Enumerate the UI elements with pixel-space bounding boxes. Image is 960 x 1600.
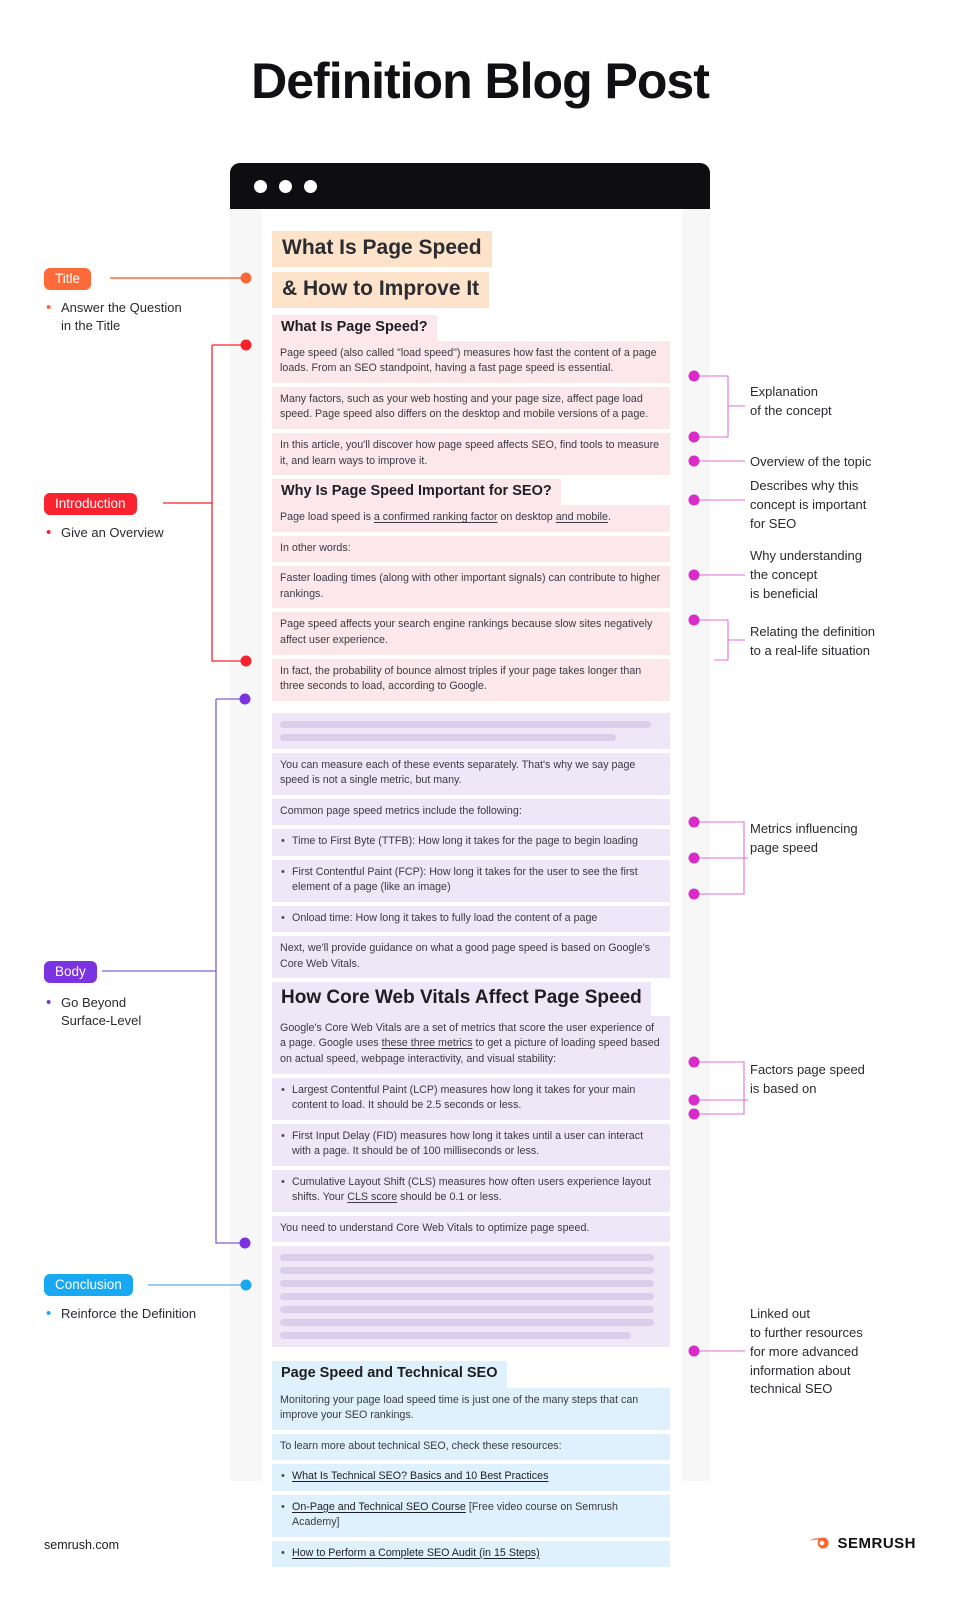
intro-paragraph-7: Page speed affects your search engine ra… xyxy=(272,612,670,655)
window-dot-maximize-icon[interactable] xyxy=(304,179,317,193)
body-list-item-ttfb: Time to First Byte (TTFB): How long it t… xyxy=(272,829,670,856)
heading-why-important-seo: Why Is Page Speed Important for SEO? xyxy=(272,479,561,506)
conclusion-link-item-2[interactable]: On-Page and Technical SEO Course [Free v… xyxy=(272,1494,670,1537)
note-metrics-influencing: Metrics influencing page speed xyxy=(750,821,858,855)
body-paragraph-2: Common page speed metrics include the fo… xyxy=(272,798,670,826)
body-list-item-cls: Cumulative Layout Shift (CLS) measures h… xyxy=(272,1169,670,1212)
semrush-logo-icon xyxy=(810,1536,830,1549)
note-linked-out-resources: Linked out to further resources for more… xyxy=(750,1306,863,1397)
intro-paragraph-2: Many factors, such as your web hosting a… xyxy=(272,386,670,429)
link-ranking-factor[interactable]: a confirmed ranking factor xyxy=(374,511,498,523)
body-paragraph-4: Google's Core Web Vitals are a set of me… xyxy=(272,1015,670,1074)
body-list-item-onload: Onload time: How long it takes to fully … xyxy=(272,905,670,933)
body-paragraph-1: You can measure each of these events sep… xyxy=(272,752,670,795)
body-list-item-lcp: Largest Contentful Paint (LCP) measures … xyxy=(272,1077,670,1120)
note-explanation-of-concept: Explanation of the concept xyxy=(750,384,832,418)
infographic-root: Definition Blog Post What Is Page Speed … xyxy=(0,0,960,1600)
intro-paragraph-4: Page load speed is a confirmed ranking f… xyxy=(272,505,670,532)
window-dot-minimize-icon[interactable] xyxy=(279,179,292,193)
article-canvas: What Is Page Speed & How to Improve It W… xyxy=(262,209,682,1568)
section-body: You can measure each of these events sep… xyxy=(272,712,670,1348)
article-title-line1: What Is Page Speed xyxy=(272,231,492,267)
intro-paragraph-8: In fact, the probability of bounce almos… xyxy=(272,658,670,701)
link-technical-seo-basics[interactable]: What Is Technical SEO? Basics and 10 Bes… xyxy=(292,1470,548,1482)
conclusion-link-item-1[interactable]: What Is Technical SEO? Basics and 10 Bes… xyxy=(272,1464,670,1491)
heading-page-speed-technical-seo: Page Speed and Technical SEO xyxy=(272,1361,507,1388)
note-real-life-situation: Relating the definition to a real-life s… xyxy=(750,624,876,658)
label-sub-conclusion: Reinforce the Definition xyxy=(46,1303,196,1325)
browser-mockup: What Is Page Speed & How to Improve It W… xyxy=(230,163,710,1568)
label-chip-body: Body xyxy=(44,961,97,983)
body-paragraph-5: You need to understand Core Web Vitals t… xyxy=(272,1215,670,1243)
link-and-mobile[interactable]: and mobile xyxy=(556,511,608,523)
intro-paragraph-5: In other words: xyxy=(272,535,670,563)
label-sub-body: Go BeyondSurface-Level xyxy=(46,992,141,1031)
section-introduction: What Is Page Speed? Page speed (also cal… xyxy=(272,314,670,701)
link-cls-score[interactable]: CLS score xyxy=(347,1191,397,1203)
footer-url[interactable]: semrush.com xyxy=(44,1538,119,1552)
body-paragraph-3: Next, we'll provide guidance on what a g… xyxy=(272,936,670,979)
label-sub-title: Answer the Questionin the Title xyxy=(46,297,182,336)
link-seo-audit[interactable]: How to Perform a Complete SEO Audit (in … xyxy=(292,1547,540,1559)
conclusion-link-item-3[interactable]: How to Perform a Complete SEO Audit (in … xyxy=(272,1540,670,1568)
note-why-beneficial: Why understanding the concept is benefic… xyxy=(750,548,863,601)
intro-paragraph-1: Page speed (also called "load speed") me… xyxy=(272,340,670,383)
intro-paragraph-3: In this article, you'll discover how pag… xyxy=(272,432,670,476)
label-chip-title: Title xyxy=(44,268,92,290)
label-chip-introduction: Introduction xyxy=(44,493,137,515)
article-title: What Is Page Speed & How to Improve It xyxy=(272,231,670,313)
note-factors-page-speed: Factors page speed is based on xyxy=(750,1062,865,1096)
page-title: Definition Blog Post xyxy=(251,53,710,109)
body-list-item-fcp: First Contentful Paint (FCP): How long i… xyxy=(272,859,670,902)
window-dot-close-icon[interactable] xyxy=(254,179,267,193)
label-chip-conclusion: Conclusion xyxy=(44,1274,133,1296)
link-onpage-seo-course[interactable]: On-Page and Technical SEO Course xyxy=(292,1501,466,1513)
section-conclusion: Page Speed and Technical SEO Monitoring … xyxy=(272,1361,670,1568)
footer-brand-name: SEMRUSH xyxy=(837,1534,916,1552)
heading-what-is-page-speed: What Is Page Speed? xyxy=(272,314,437,341)
article-title-line2: & How to Improve It xyxy=(272,271,490,308)
intro-paragraph-6: Faster loading times (along with other i… xyxy=(272,566,670,609)
heading-core-web-vitals: How Core Web Vitals Affect Page Speed xyxy=(272,982,651,1016)
footer-logo: SEMRUSH xyxy=(808,1532,916,1554)
body-skeleton-top xyxy=(272,712,670,749)
body-skeleton-bottom xyxy=(272,1246,670,1348)
note-importance-for-seo: Describes why this concept is important … xyxy=(750,478,867,531)
browser-title-bar xyxy=(230,163,710,209)
conclusion-paragraph-1: Monitoring your page load speed time is … xyxy=(272,1387,670,1430)
label-sub-introduction: Give an Overview xyxy=(46,522,164,544)
link-three-metrics[interactable]: these three metrics xyxy=(382,1037,473,1049)
conclusion-paragraph-2: To learn more about technical SEO, check… xyxy=(272,1433,670,1461)
body-list-item-fid: First Input Delay (FID) measures how lon… xyxy=(272,1123,670,1166)
note-overview-of-topic: Overview of the topic xyxy=(750,454,872,469)
